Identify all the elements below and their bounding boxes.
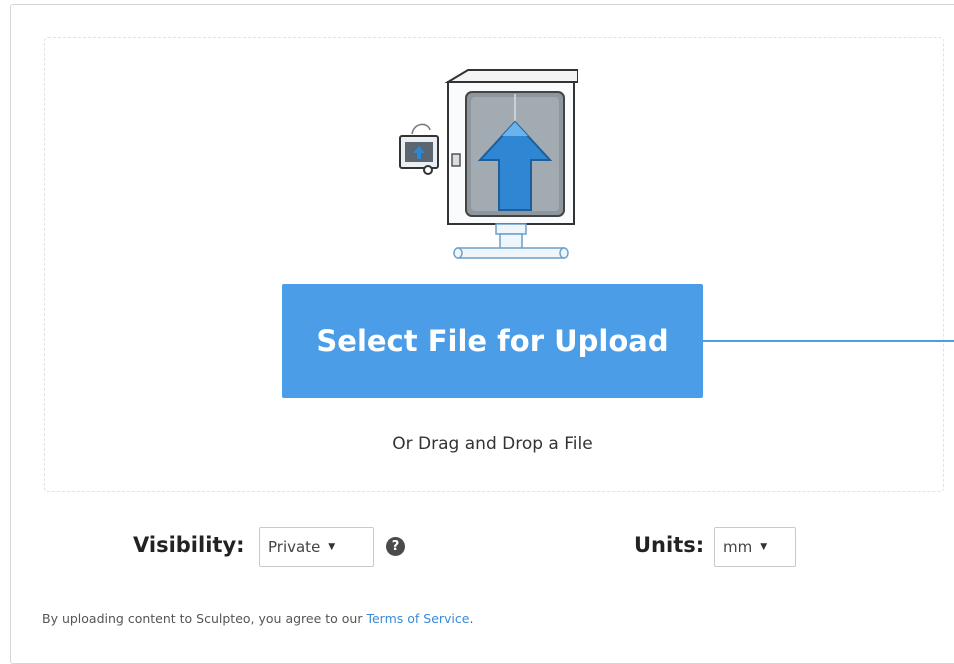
- terms-notice: By uploading content to Sculpteo, you ag…: [42, 611, 473, 626]
- connector-line: [703, 340, 954, 342]
- visibility-select[interactable]: Private ▼: [259, 527, 374, 567]
- caret-down-icon: ▼: [328, 542, 336, 552]
- drag-drop-hint: Or Drag and Drop a File: [392, 434, 593, 454]
- printer-stand: [453, 223, 569, 259]
- select-file-button[interactable]: Select File for Upload: [282, 284, 703, 398]
- visibility-label: Visibility:: [133, 533, 245, 557]
- terms-prefix: By uploading content to Sculpteo, you ag…: [42, 611, 367, 626]
- units-label: Units:: [634, 533, 705, 557]
- printer-upload-illustration-icon: [399, 69, 578, 259]
- terms-suffix: .: [469, 611, 474, 626]
- units-value: mm: [723, 538, 753, 556]
- printer-body: [444, 69, 578, 225]
- caret-down-icon: ▼: [760, 542, 768, 552]
- units-select[interactable]: mm ▼: [714, 527, 796, 567]
- terms-of-service-link[interactable]: Terms of Service: [366, 611, 469, 626]
- visibility-value: Private: [268, 538, 321, 556]
- small-monitor-icon: [399, 123, 439, 175]
- question-circle-icon[interactable]: ?: [386, 537, 405, 556]
